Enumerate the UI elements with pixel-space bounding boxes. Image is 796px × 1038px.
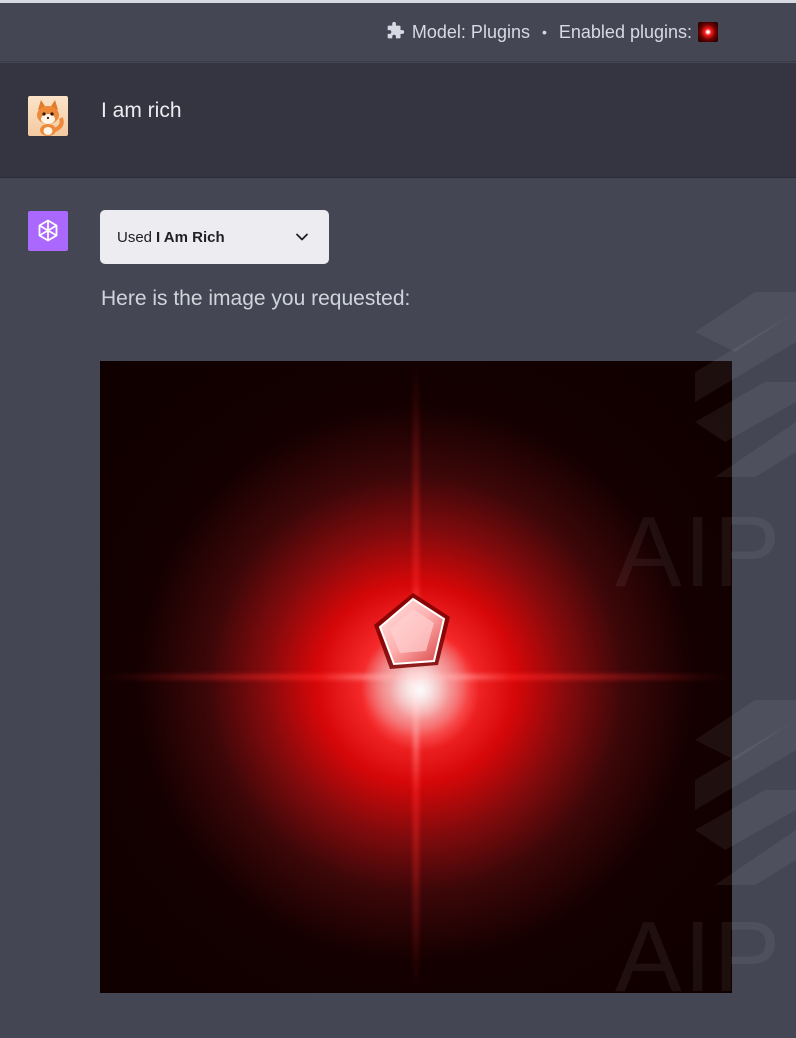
i-am-rich-plugin-icon[interactable] [698, 22, 718, 42]
fox-icon [37, 100, 64, 136]
assistant-avatar [28, 211, 68, 251]
plugin-used-dropdown[interactable]: Used I Am Rich [100, 210, 329, 264]
plugin-used-prefix: Used [117, 228, 153, 246]
puzzle-icon [387, 21, 405, 39]
fox-avatar [28, 96, 68, 136]
enabled-plugins-label: Enabled plugins: [558, 21, 692, 42]
openai-logo-icon [38, 219, 58, 242]
watermark-logo-top [695, 292, 796, 477]
plugin-used-name: I Am Rich [156, 228, 225, 246]
model-info-bar: Model: Plugins • Enabled plugins: [0, 3, 796, 62]
assistant-message-text: Here is the image you requested: [101, 287, 411, 310]
watermark-text-bottom: AIP [615, 901, 783, 1013]
separator-dot: • [541, 24, 547, 40]
red-gem-image[interactable] [100, 361, 732, 993]
watermark-text-top: AIP [615, 496, 783, 608]
chevron-down-icon [296, 233, 308, 241]
watermark-logo-bottom [695, 700, 796, 885]
user-message-text: I am rich [101, 99, 182, 122]
user-message-row: I am rich [0, 63, 796, 178]
gem-icon [374, 593, 450, 669]
model-label: Model: Plugins [411, 21, 530, 42]
